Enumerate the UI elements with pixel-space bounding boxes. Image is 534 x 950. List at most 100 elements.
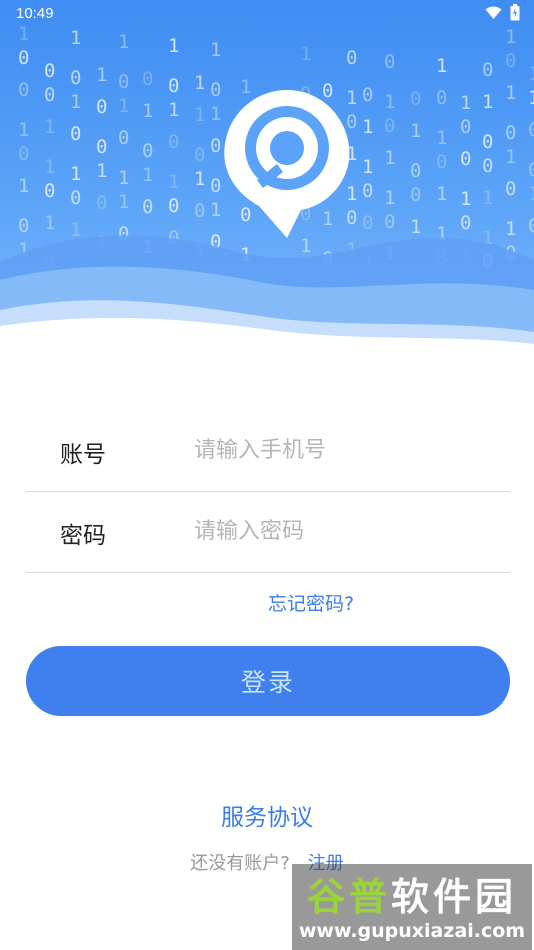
binary-digit: 0 xyxy=(528,119,534,141)
binary-digit: 1 xyxy=(168,99,179,121)
binary-digit: 0 xyxy=(410,184,421,206)
binary-digit: 1 xyxy=(96,160,107,182)
binary-digit: 0 xyxy=(70,67,81,89)
account-input[interactable] xyxy=(194,427,494,473)
status-time: 10:49 xyxy=(16,5,54,22)
binary-digit: 0 xyxy=(142,196,153,218)
binary-digit: 0 xyxy=(482,59,493,81)
binary-digit: 1 xyxy=(70,27,81,49)
binary-digit: 0 xyxy=(436,151,447,173)
binary-digit: 1 xyxy=(210,39,221,61)
binary-digit: 1 xyxy=(436,55,447,77)
binary-digit: 1 xyxy=(118,31,129,53)
binary-digit: 0 xyxy=(384,51,395,73)
binary-digit: 1 xyxy=(482,91,493,113)
binary-digit: 1 xyxy=(194,168,205,190)
binary-digit: 1 xyxy=(528,63,534,85)
service-agreement-link[interactable]: 服务协议 xyxy=(0,798,534,832)
binary-digit: 0 xyxy=(362,84,373,106)
binary-digit: 0 xyxy=(505,178,516,200)
binary-digit: 0 xyxy=(118,127,129,149)
binary-digit: 0 xyxy=(96,96,107,118)
binary-digit: 1 xyxy=(384,91,395,113)
binary-digit: 0 xyxy=(118,71,129,93)
binary-digit: 1 xyxy=(505,26,516,48)
binary-digit: 0 xyxy=(410,88,421,110)
binary-digit: 1 xyxy=(96,64,107,86)
binary-digit: 1 xyxy=(528,87,534,109)
account-label: 账号 xyxy=(60,442,106,468)
binary-digit: 1 xyxy=(18,119,29,141)
forgot-password-link[interactable]: 忘记密码? xyxy=(268,589,354,616)
binary-digit: 1 xyxy=(210,103,221,125)
binary-digit: 0 xyxy=(44,60,55,82)
binary-digit: 0 xyxy=(482,131,493,153)
binary-digit: 0 xyxy=(44,84,55,106)
binary-digit: 0 xyxy=(194,200,205,222)
binary-digit: 1 xyxy=(410,120,421,142)
binary-digit: 1 xyxy=(168,171,179,193)
binary-digit: 1 xyxy=(505,146,516,168)
binary-digit: 1 xyxy=(118,95,129,117)
binary-digit: 1 xyxy=(460,92,471,114)
binary-digit: 1 xyxy=(362,116,373,138)
binary-digit: 0 xyxy=(44,180,55,202)
header-banner: 1001010100110101010101100101101011001010… xyxy=(0,0,534,350)
binary-digit: 0 xyxy=(460,148,471,170)
binary-digit: 0 xyxy=(194,144,205,166)
binary-digit: 1 xyxy=(384,187,395,209)
binary-digit: 0 xyxy=(210,175,221,197)
binary-digit: 1 xyxy=(44,116,55,138)
binary-digit: 1 xyxy=(436,127,447,149)
binary-digit: 1 xyxy=(194,72,205,94)
binary-digit: 0 xyxy=(436,87,447,109)
watermark-title-part2: 软件园 xyxy=(391,875,518,919)
binary-digit: 0 xyxy=(528,159,534,181)
binary-digit: 1 xyxy=(18,175,29,197)
login-button[interactable]: 登录 xyxy=(26,646,510,716)
binary-digit: 0 xyxy=(168,195,179,217)
binary-digit: 1 xyxy=(142,164,153,186)
watermark-title-part1: 谷普 xyxy=(306,875,391,919)
binary-digit: 1 xyxy=(505,82,516,104)
binary-digit: 0 xyxy=(460,116,471,138)
password-label: 密码 xyxy=(60,523,106,549)
binary-digit: 0 xyxy=(384,115,395,137)
binary-digit: 0 xyxy=(70,123,81,145)
binary-digit: 1 xyxy=(528,183,534,205)
battery-icon xyxy=(510,4,520,21)
watermark-url: www.gupuxiazai.com xyxy=(298,920,526,942)
account-row: 账号 xyxy=(26,411,510,492)
binary-digit: 0 xyxy=(70,187,81,209)
binary-digit: 0 xyxy=(210,135,221,157)
binary-digit: 1 xyxy=(436,183,447,205)
binary-digit: 1 xyxy=(482,187,493,209)
binary-digit: 1 xyxy=(210,199,221,221)
binary-digit: 1 xyxy=(142,100,153,122)
binary-digit: 1 xyxy=(384,147,395,169)
binary-digit: 0 xyxy=(18,143,29,165)
binary-digit: 0 xyxy=(168,131,179,153)
binary-digit: 0 xyxy=(505,50,516,72)
binary-digit: 1 xyxy=(460,188,471,210)
watermark-title: 谷普软件园 xyxy=(292,866,532,921)
binary-digit: 0 xyxy=(96,192,107,214)
binary-digit: 0 xyxy=(346,47,357,69)
binary-digit: 0 xyxy=(505,122,516,144)
binary-digit: 1 xyxy=(70,163,81,185)
binary-digit: 1 xyxy=(118,191,129,213)
binary-digit: 0 xyxy=(210,79,221,101)
binary-digit: 1 xyxy=(44,156,55,178)
status-bar: 10:49 xyxy=(0,0,534,28)
password-input[interactable] xyxy=(194,508,494,554)
password-row: 密码 xyxy=(26,492,510,573)
binary-digit: 0 xyxy=(142,68,153,90)
binary-digit: 0 xyxy=(142,140,153,162)
app-logo-icon xyxy=(224,90,350,238)
wave-decoration xyxy=(0,235,534,350)
binary-digit: 0 xyxy=(168,75,179,97)
binary-digit: 0 xyxy=(482,155,493,177)
watermark: 谷普软件园 www.gupuxiazai.com xyxy=(292,864,532,950)
binary-digit: 1 xyxy=(168,35,179,57)
binary-digit: 0 xyxy=(18,47,29,69)
